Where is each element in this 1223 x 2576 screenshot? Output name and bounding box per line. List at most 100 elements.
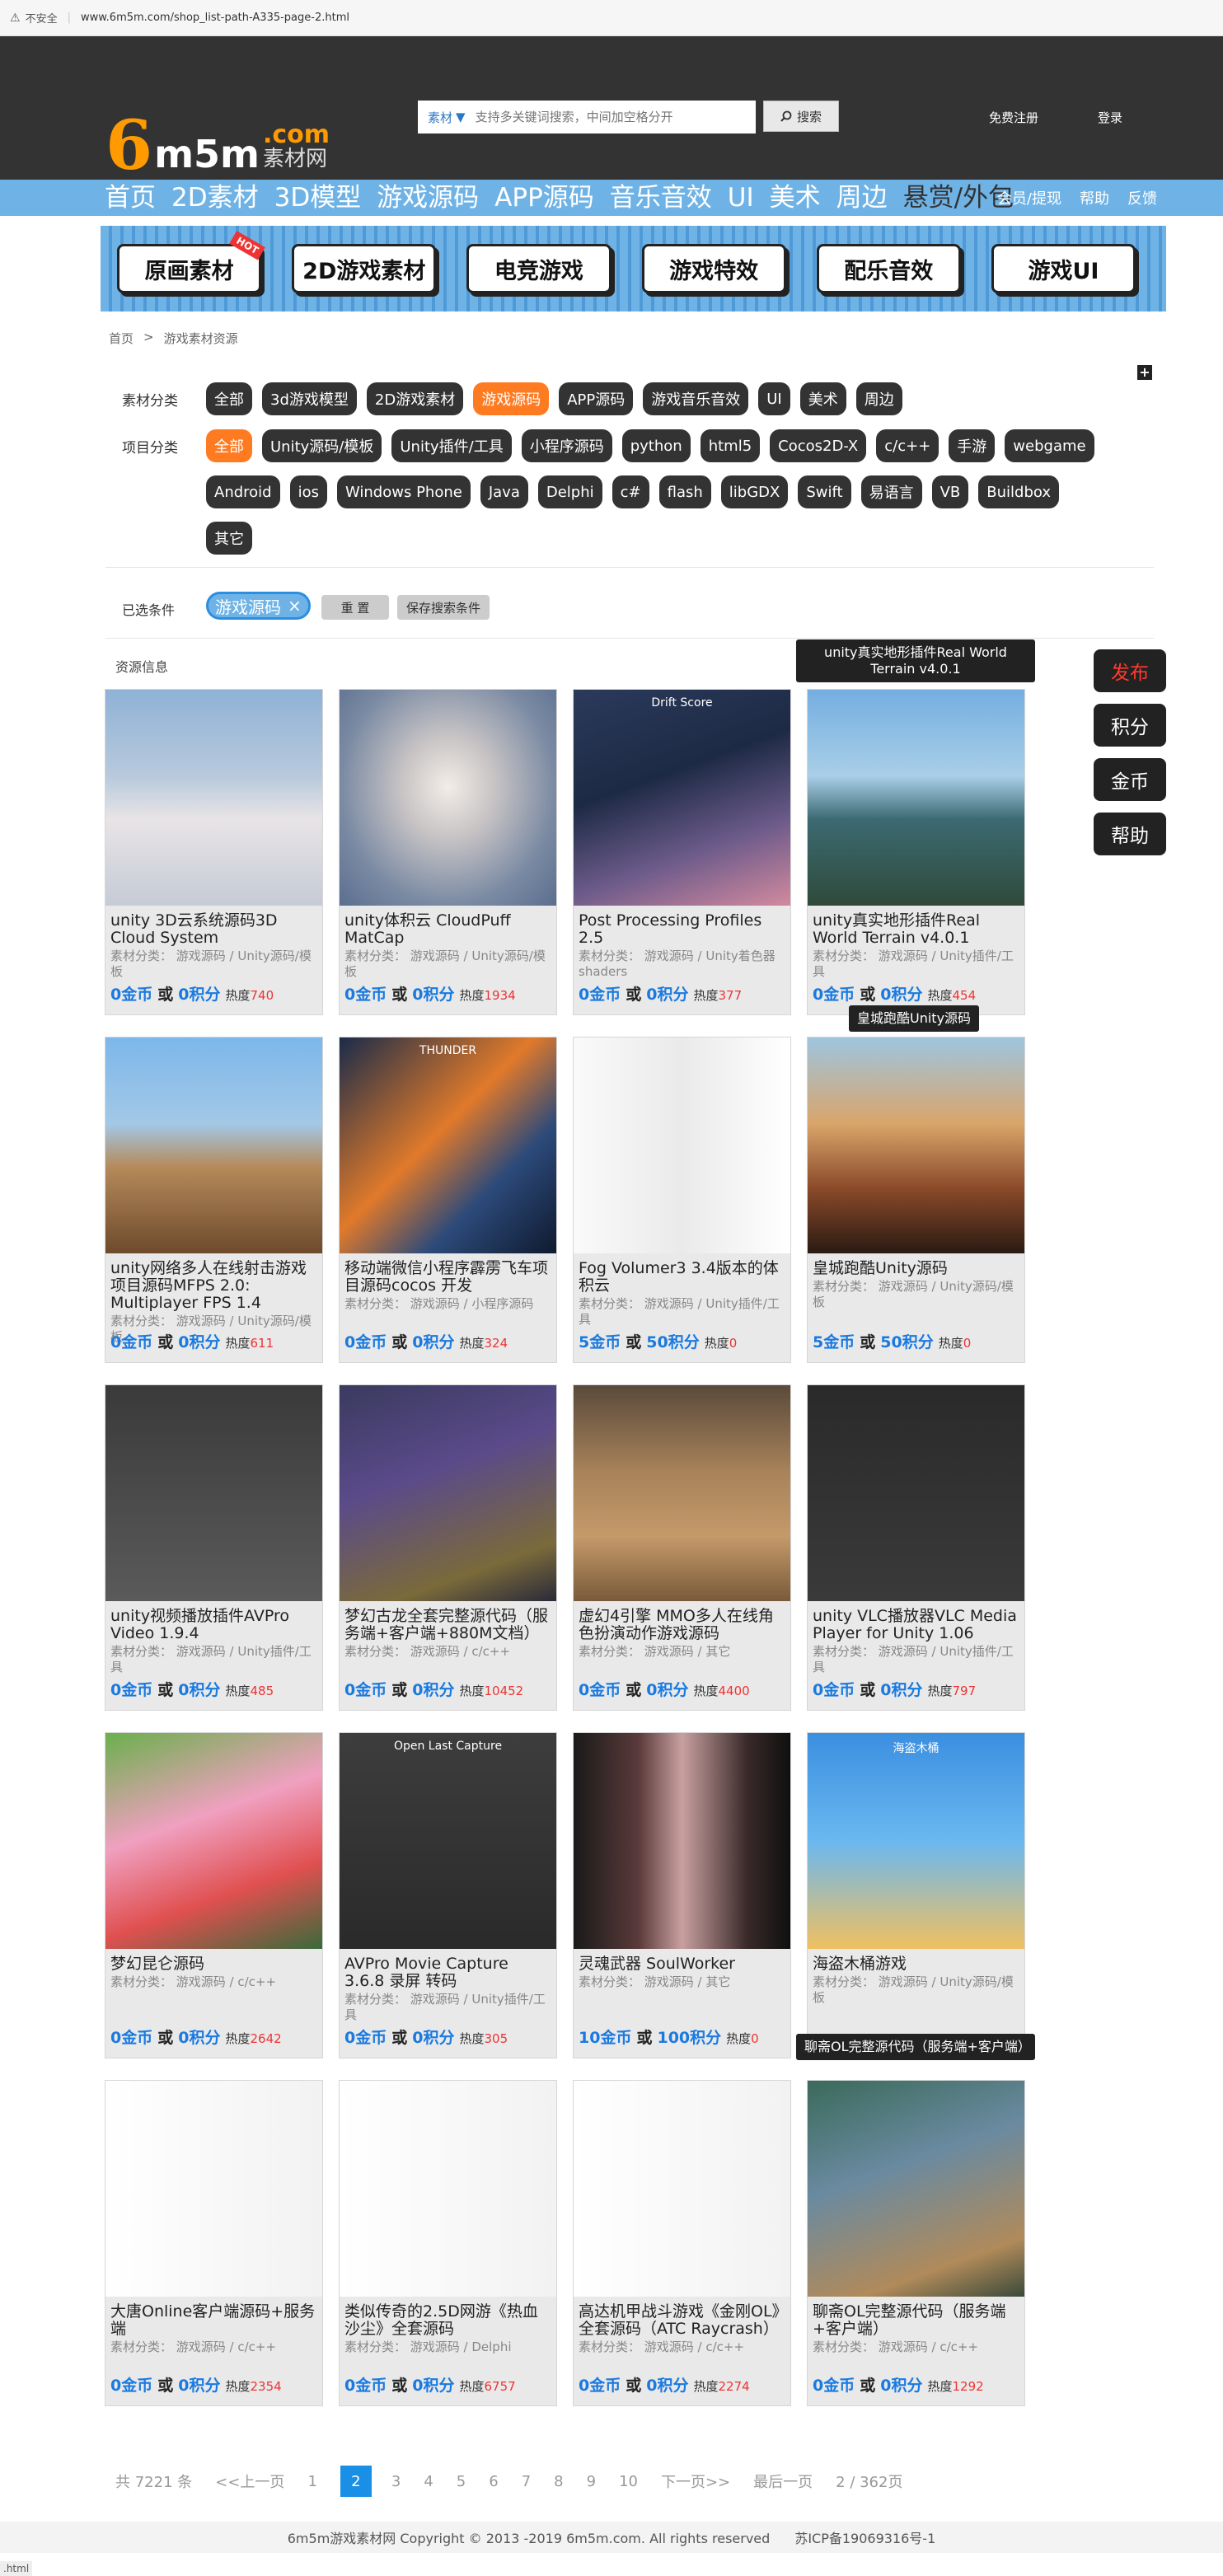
thumbnail-image[interactable] <box>340 2081 556 2297</box>
pager-page-7[interactable]: 7 <box>522 2473 531 2490</box>
banner-tab-esports[interactable]: 电竞游戏 <box>466 244 612 293</box>
pager-page-6[interactable]: 6 <box>489 2473 498 2490</box>
project-chip[interactable]: Delphi <box>537 475 602 508</box>
card-title[interactable]: 海盗木桶游戏 <box>808 1949 1024 1973</box>
help-button[interactable]: 帮助 <box>1094 813 1166 855</box>
url-text[interactable]: www.6m5m.com/shop_list-path-A335-page-2.… <box>81 12 349 24</box>
thumbnail-image[interactable] <box>808 1385 1024 1601</box>
resource-card[interactable]: 梦幻古龙全套完整源代码（服务端+客户端+880M文档） 素材分类： 游戏源码 / … <box>339 1384 557 1711</box>
card-title[interactable]: unity真实地形插件Real World Terrain v4.0.1 <box>808 906 1024 947</box>
resource-card[interactable]: Drift Score Post Processing Profiles 2.5 素… <box>573 689 791 1015</box>
nav-item-3d[interactable]: 3D模型 <box>274 180 362 216</box>
category-chip[interactable]: 周边 <box>855 382 902 415</box>
project-chip[interactable]: c# <box>612 475 649 508</box>
nav-item-art[interactable]: 美术 <box>770 180 821 216</box>
banner-tab-2d[interactable]: 2D游戏素材 <box>292 244 437 293</box>
search-category-select[interactable]: 素材 ▼ <box>418 109 476 126</box>
project-chip[interactable]: Swift <box>798 475 851 508</box>
search-input[interactable] <box>475 110 756 124</box>
thumbnail-image[interactable] <box>105 2081 322 2297</box>
project-chip[interactable]: 其它 <box>206 522 252 555</box>
card-title[interactable]: 灵魂武器 SoulWorker <box>574 1949 790 1973</box>
expand-plus-icon[interactable]: + <box>1137 365 1152 380</box>
category-chip[interactable]: APP源码 <box>559 382 634 415</box>
project-chip[interactable]: Unity源码/模板 <box>262 429 382 462</box>
resource-card[interactable]: 皇城跑酷Unity源码 素材分类： 游戏源码 / Unity源码/模板 5金币或 50… <box>807 1037 1025 1363</box>
project-chip[interactable]: flash <box>658 475 711 508</box>
project-chip[interactable]: VB <box>931 475 969 508</box>
card-title[interactable]: 类似传奇的2.5D网游《热血沙尘》全套源码 <box>340 2297 556 2338</box>
category-chip[interactable]: 游戏音乐音效 <box>643 382 749 415</box>
project-chip[interactable]: python <box>621 429 691 462</box>
pager-page-10[interactable]: 10 <box>619 2473 638 2490</box>
card-title[interactable]: 聊斋OL完整源代码（服务端+客户端） <box>808 2297 1024 2338</box>
category-chip[interactable]: UI <box>758 382 790 415</box>
points-button[interactable]: 积分 <box>1094 704 1166 747</box>
resource-card[interactable]: 聊斋OL完整源代码（服务端+客户端） 素材分类： 游戏源码 / c/c++ 0金币或… <box>807 2080 1025 2406</box>
project-chip[interactable]: Windows Phone <box>337 475 471 508</box>
category-chip[interactable]: 全部 <box>206 382 252 415</box>
resource-card[interactable]: Fog Volumer3 3.4版本的体积云 素材分类： 游戏源码 / Unity… <box>573 1037 791 1363</box>
nav-item-audio[interactable]: 音乐音效 <box>610 180 712 216</box>
resource-card[interactable]: 高达机甲战斗游戏《金刚OL》全套源码（ATC Raycrash） 素材分类： 游戏… <box>573 2080 791 2406</box>
card-title[interactable]: unity VLC播放器VLC Media Player for Unity 1… <box>808 1601 1024 1642</box>
card-title[interactable]: 移动端微信小程序霹雳飞车项目源码cocos 开发 <box>340 1253 556 1295</box>
resource-card[interactable]: 梦幻昆仑源码 素材分类： 游戏源码 / c/c++ 0金币或 0积分 热度2642 <box>105 1732 323 2058</box>
nav-link-feedback[interactable]: 反馈 <box>1127 187 1157 208</box>
project-chip[interactable]: html5 <box>700 429 761 462</box>
pager-page-5[interactable]: 5 <box>457 2473 466 2490</box>
card-title[interactable]: unity网络多人在线射击游戏项目源码MFPS 2.0: Multiplayer… <box>105 1253 322 1312</box>
footer-icp[interactable]: 苏ICP备19069316号-1 <box>794 2527 935 2547</box>
card-title[interactable]: AVPro Movie Capture 3.6.8 录屏 转码 <box>340 1949 556 1990</box>
resource-card[interactable]: 类似传奇的2.5D网游《热血沙尘》全套源码 素材分类： 游戏源码 / Delphi… <box>339 2080 557 2406</box>
pager-next[interactable]: 下一页>> <box>661 2471 730 2492</box>
site-logo[interactable]: 6 m5m .com 素材网 <box>105 112 330 180</box>
thumbnail-image[interactable] <box>340 1385 556 1601</box>
nav-item-home[interactable]: 首页 <box>105 180 156 216</box>
card-title[interactable]: 皇城跑酷Unity源码 <box>808 1253 1024 1277</box>
pager-page-1[interactable]: 1 <box>307 2473 316 2490</box>
nav-item-source[interactable]: 游戏源码 <box>377 180 479 216</box>
pager-page-current[interactable]: 2 <box>340 2466 372 2497</box>
resource-card[interactable]: THUNDER 移动端微信小程序霹雳飞车项目源码cocos 开发 素材分类： 游戏源… <box>339 1037 557 1363</box>
register-link[interactable]: 免费注册 <box>989 109 1038 126</box>
project-chip[interactable]: Cocos2D-X <box>770 429 867 462</box>
address-bar[interactable]: ⚠ 不安全 | www.6m5m.com/shop_list-path-A335… <box>0 0 1223 36</box>
card-title[interactable]: Post Processing Profiles 2.5 <box>574 906 790 947</box>
publish-button[interactable]: 发布 <box>1094 649 1166 692</box>
category-chip[interactable]: 2D游戏素材 <box>366 382 464 415</box>
project-chip[interactable]: Buildbox <box>978 475 1060 508</box>
category-chip[interactable]: 游戏源码 <box>473 382 550 415</box>
banner-tab-concept[interactable]: 原画素材 HOT <box>117 231 265 293</box>
project-chip[interactable]: Unity插件/工具 <box>391 429 512 462</box>
resource-card[interactable]: 大唐Online客户端源码+服务端 素材分类： 游戏源码 / c/c++ 0金币或 0… <box>105 2080 323 2406</box>
selected-chip[interactable]: 游戏源码 × <box>206 592 311 620</box>
card-title[interactable]: 梦幻古龙全套完整源代码（服务端+客户端+880M文档） <box>340 1601 556 1642</box>
project-chip[interactable]: 小程序源码 <box>521 429 612 462</box>
thumbnail-image[interactable]: THUNDER <box>340 1037 556 1253</box>
resource-card[interactable]: Open Last Capture AVPro Movie Capture 3.6… <box>339 1732 557 2058</box>
pager-page-9[interactable]: 9 <box>587 2473 596 2490</box>
resource-card[interactable]: 海盗木桶 海盗木桶游戏 素材分类： 游戏源码 / Unity源码/模板 <box>807 1732 1025 2058</box>
card-title[interactable]: unity 3D云系统源码3D Cloud System <box>105 906 322 947</box>
thumbnail-image[interactable] <box>574 1037 790 1253</box>
banner-tab-effects[interactable]: 游戏特效 <box>641 244 786 293</box>
thumbnail-image[interactable] <box>574 1385 790 1601</box>
resource-card[interactable]: unity网络多人在线射击游戏项目源码MFPS 2.0: Multiplayer… <box>105 1037 323 1363</box>
card-title[interactable]: 高达机甲战斗游戏《金刚OL》全套源码（ATC Raycrash） <box>574 2297 790 2338</box>
nav-item-peripheral[interactable]: 周边 <box>836 180 888 216</box>
thumbnail-image[interactable] <box>340 690 556 906</box>
thumbnail-image[interactable]: Open Last Capture <box>340 1733 556 1949</box>
project-chip[interactable]: libGDX <box>720 475 789 508</box>
nav-item-app[interactable]: APP源码 <box>494 180 594 216</box>
nav-link-member[interactable]: 会员/提现 <box>997 187 1061 208</box>
card-title[interactable]: 梦幻昆仑源码 <box>105 1949 322 1973</box>
pager-page-8[interactable]: 8 <box>554 2473 563 2490</box>
reset-button[interactable]: 重 置 <box>321 595 389 620</box>
login-link[interactable]: 登录 <box>1098 109 1122 126</box>
project-chip[interactable]: 全部 <box>206 429 252 462</box>
card-title[interactable]: unity视频播放插件AVPro Video 1.9.4 <box>105 1601 322 1642</box>
pager-last[interactable]: 最后一页 <box>753 2471 813 2492</box>
resource-card[interactable]: unity体积云 CloudPuff MatCap 素材分类： 游戏源码 / Un… <box>339 689 557 1015</box>
card-title[interactable]: Fog Volumer3 3.4版本的体积云 <box>574 1253 790 1295</box>
